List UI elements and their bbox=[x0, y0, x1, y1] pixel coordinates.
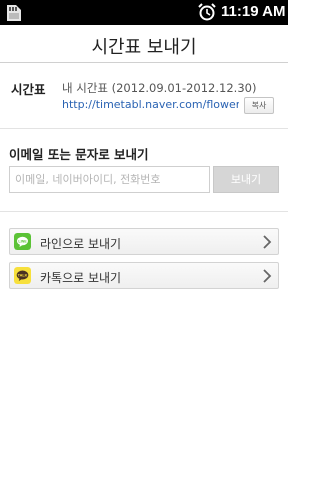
chevron-right-icon bbox=[263, 269, 272, 283]
share-line-label: 라인으로 보내기 bbox=[40, 237, 122, 251]
svg-text:TALK: TALK bbox=[18, 274, 28, 278]
copy-url-button[interactable]: 복사 bbox=[244, 97, 274, 114]
timetable-url-link[interactable]: http://timetabl.naver.com/flower bbox=[62, 98, 239, 111]
share-kakaotalk-button[interactable]: TALK 카톡으로 보내기 bbox=[9, 262, 279, 289]
line-app-icon: LINE bbox=[14, 233, 31, 250]
title-bar: 시간표 보내기 bbox=[0, 25, 288, 63]
sd-card-icon bbox=[7, 5, 21, 21]
send-button[interactable]: 보내기 bbox=[213, 166, 279, 193]
page-title: 시간표 보내기 bbox=[91, 37, 197, 58]
share-line-button[interactable]: LINE 라인으로 보내기 bbox=[9, 228, 279, 255]
alarm-clock-icon bbox=[198, 3, 216, 21]
svg-text:LINE: LINE bbox=[18, 240, 27, 244]
status-time: 11:19 AM bbox=[221, 3, 286, 20]
section-divider bbox=[0, 211, 288, 212]
kakaotalk-icon: TALK bbox=[14, 267, 31, 284]
chevron-right-icon bbox=[263, 235, 272, 249]
share-kakaotalk-label: 카톡으로 보내기 bbox=[40, 271, 122, 285]
send-section-heading: 이메일 또는 문자로 보내기 bbox=[9, 147, 149, 162]
timetable-name: 내 시간표 (2012.09.01-2012.12.30) bbox=[62, 81, 257, 95]
status-bar: 11:19 AM bbox=[0, 0, 288, 25]
timetable-label: 시간표 bbox=[11, 82, 46, 97]
section-divider bbox=[0, 128, 288, 129]
recipient-input[interactable] bbox=[9, 166, 210, 193]
